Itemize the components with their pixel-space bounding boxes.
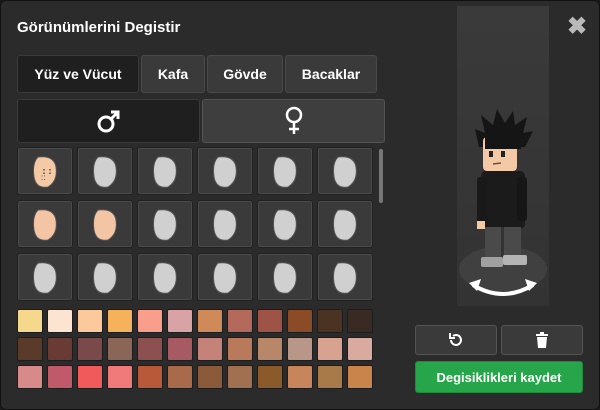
face-shape-icon: :::: (33, 156, 57, 188)
face-shape-icon (153, 209, 177, 241)
color-swatch[interactable] (47, 309, 73, 333)
color-swatch[interactable] (317, 309, 343, 333)
male-icon (97, 110, 119, 133)
face-part-option[interactable] (137, 253, 193, 301)
face-part-option[interactable] (17, 200, 73, 248)
face-part-option[interactable] (257, 200, 313, 248)
color-swatch[interactable] (347, 309, 373, 333)
face-shape-icon (213, 262, 237, 294)
color-swatch[interactable] (197, 337, 223, 361)
undo-button[interactable] (415, 325, 497, 355)
face-shape-icon (93, 209, 117, 241)
face-shape-icon (213, 209, 237, 241)
face-shape-icon (213, 156, 237, 188)
color-swatch[interactable] (227, 337, 253, 361)
color-swatch[interactable] (197, 365, 223, 389)
female-button[interactable] (202, 99, 385, 143)
tab-torso[interactable]: Gövde (207, 55, 283, 93)
color-swatch[interactable] (47, 337, 73, 361)
color-swatch[interactable] (47, 365, 73, 389)
face-part-option[interactable] (197, 200, 253, 248)
face-shape-icon (93, 262, 117, 294)
face-shape-icon (93, 156, 117, 188)
face-part-option[interactable] (257, 253, 313, 301)
male-button[interactable] (17, 99, 200, 143)
color-swatch[interactable] (107, 337, 133, 361)
face-part-option[interactable] (317, 200, 373, 248)
color-swatch[interactable] (77, 365, 103, 389)
color-swatch[interactable] (317, 337, 343, 361)
face-shape-icon (153, 156, 177, 188)
face-part-option[interactable] (197, 147, 253, 195)
color-swatch[interactable] (257, 309, 283, 333)
color-swatch[interactable] (227, 365, 253, 389)
gender-selector (17, 99, 385, 143)
tab-legs[interactable]: Bacaklar (285, 55, 377, 93)
face-part-option[interactable] (257, 147, 313, 195)
color-swatch[interactable] (167, 337, 193, 361)
color-swatch[interactable] (227, 309, 253, 333)
face-part-option[interactable] (317, 253, 373, 301)
color-swatch[interactable] (167, 309, 193, 333)
face-shape-icon (33, 209, 57, 241)
color-swatch[interactable] (77, 309, 103, 333)
color-swatch[interactable] (287, 309, 313, 333)
svg-text:::: :: (41, 173, 45, 182)
face-part-option[interactable] (197, 253, 253, 301)
female-icon (285, 106, 302, 134)
face-part-option[interactable] (137, 147, 193, 195)
face-shape-icon (333, 209, 357, 241)
color-swatch[interactable] (17, 309, 43, 333)
color-swatch[interactable] (197, 309, 223, 333)
face-shape-icon (273, 156, 297, 188)
change-looks-window: Görünümlerini Degistir ✖ Yüz ve Vücut Ka… (0, 0, 600, 410)
rotate-avatar-icon[interactable] (463, 271, 543, 303)
face-shape-icon (153, 262, 177, 294)
undo-icon (449, 333, 462, 346)
color-swatch[interactable] (77, 337, 103, 361)
color-swatch[interactable] (137, 365, 163, 389)
face-part-option[interactable]: :::: (17, 147, 73, 195)
color-swatch[interactable] (17, 337, 43, 361)
face-shape-icon (333, 262, 357, 294)
color-swatch[interactable] (137, 309, 163, 333)
face-parts-grid: :::: (17, 147, 379, 303)
face-part-option[interactable] (137, 200, 193, 248)
color-swatch[interactable] (257, 337, 283, 361)
color-swatch[interactable] (17, 365, 43, 389)
close-icon[interactable]: ✖ (567, 15, 587, 39)
color-swatch[interactable] (107, 309, 133, 333)
face-part-option[interactable] (77, 253, 133, 301)
face-part-option[interactable] (77, 147, 133, 195)
color-swatch[interactable] (257, 365, 283, 389)
face-shape-icon (333, 156, 357, 188)
trash-icon (536, 332, 548, 348)
color-swatch[interactable] (287, 337, 313, 361)
color-swatch[interactable] (347, 337, 373, 361)
face-part-option[interactable] (17, 253, 73, 301)
save-changes-button[interactable]: Degisiklikleri kaydet (415, 361, 583, 393)
face-part-option[interactable] (77, 200, 133, 248)
delete-button[interactable] (501, 325, 583, 355)
color-palette (17, 309, 381, 395)
color-swatch[interactable] (137, 337, 163, 361)
tab-head[interactable]: Kafa (141, 55, 205, 93)
color-swatch[interactable] (347, 365, 373, 389)
face-part-option[interactable] (317, 147, 373, 195)
parts-scrollbar[interactable] (379, 149, 383, 203)
color-swatch[interactable] (287, 365, 313, 389)
color-swatch[interactable] (107, 365, 133, 389)
color-swatch[interactable] (317, 365, 343, 389)
face-shape-icon (273, 262, 297, 294)
face-shape-icon (273, 209, 297, 241)
avatar-figure (475, 109, 533, 267)
tab-face-body[interactable]: Yüz ve Vücut (17, 55, 139, 93)
color-swatch[interactable] (167, 365, 193, 389)
face-shape-icon (33, 262, 57, 294)
category-tabs: Yüz ve Vücut Kafa Gövde Bacaklar (17, 55, 385, 93)
window-title: Görünümlerini Degistir (17, 19, 181, 36)
